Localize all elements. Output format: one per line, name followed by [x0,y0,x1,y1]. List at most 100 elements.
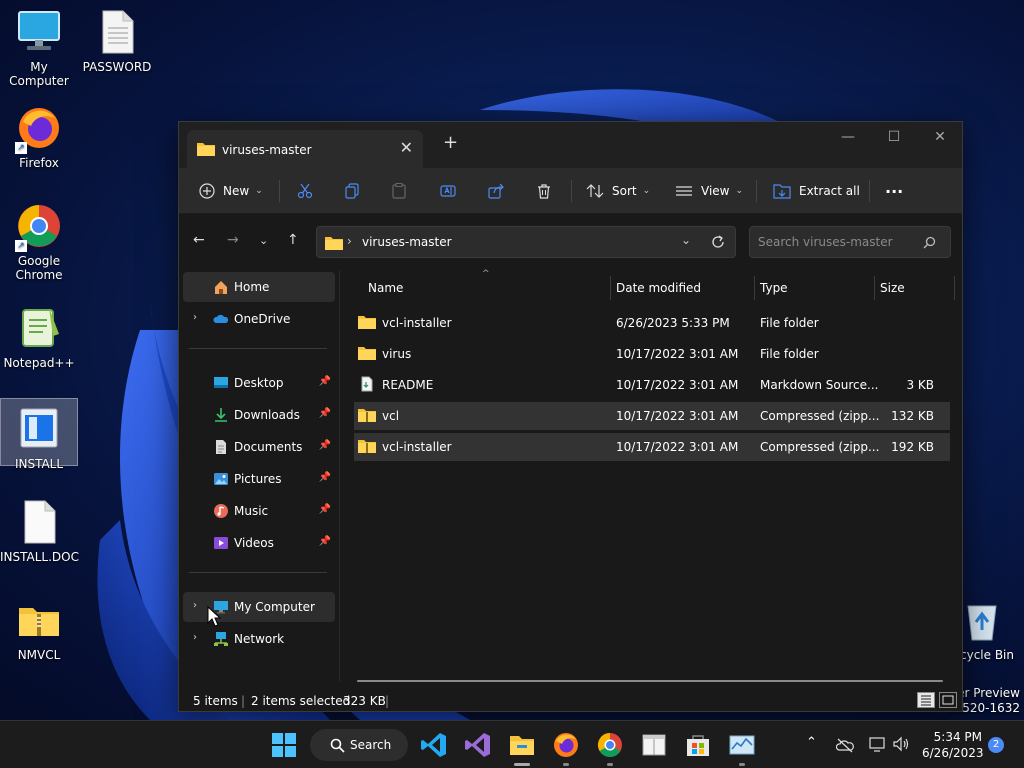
folder-icon [197,143,215,156]
large-icons-view-button[interactable] [939,692,957,708]
nav-item-home[interactable]: Home [183,272,335,302]
new-button[interactable]: New ⌄ [199,178,263,204]
desktop-icon-chrome[interactable]: ↗ Google Chrome [0,202,78,282]
column-divider[interactable] [610,276,611,300]
file-date: 10/17/2022 3:01 AM [616,409,739,423]
desktop-icon-my-computer[interactable]: My Computer [0,8,78,88]
onedrive-offline-icon[interactable] [836,737,854,753]
taskbar-chrome[interactable] [596,731,624,766]
nav-item-desktop[interactable]: Desktop 📌 [183,368,335,398]
column-header-date[interactable]: Date modified [616,276,701,300]
tab-close-icon[interactable]: ✕ [400,138,413,157]
delete-button[interactable] [536,178,552,204]
taskbar-firefox[interactable] [552,731,580,766]
pin-icon[interactable]: 📌 [319,472,331,483]
address-bar[interactable]: › viruses-master ⌄ [316,226,736,258]
search-input[interactable] [749,226,951,258]
horizontal-scrollbar[interactable] [357,680,943,682]
nav-item-music[interactable]: Music 📌 [183,496,335,526]
minimize-button[interactable]: — [825,126,871,156]
file-date: 10/17/2022 3:01 AM [616,378,739,392]
paste-button[interactable] [391,178,407,204]
address-dropdown-chevron-icon[interactable]: ⌄ [681,233,691,247]
table-row[interactable]: vcl-installer 6/26/2023 5:33 PM File fol… [354,309,950,337]
table-row[interactable]: vcl-installer 10/17/2022 3:01 AM Compres… [354,433,950,461]
cut-button[interactable] [297,178,313,204]
column-divider[interactable] [874,276,875,300]
more-options-button[interactable]: ··· [885,178,903,204]
pin-icon[interactable]: 📌 [319,408,331,419]
nav-item-my-computer[interactable]: › My Computer [183,592,335,622]
new-tab-button[interactable]: + [443,132,458,153]
visual-studio-icon [465,733,490,757]
nav-item-pictures[interactable]: Pictures 📌 [183,464,335,494]
breadcrumb-current[interactable]: viruses-master [362,235,452,249]
expand-chevron-icon[interactable]: › [193,600,197,611]
desktop-icon-firefox[interactable]: ↗ Firefox [0,104,78,170]
expand-chevron-icon[interactable]: › [193,312,197,323]
back-arrow-icon[interactable]: ← [193,232,205,248]
nav-item-downloads[interactable]: Downloads 📌 [183,400,335,430]
file-name: virus [382,347,412,361]
extract-all-button[interactable]: Extract all [773,178,860,204]
network-status-icon[interactable] [868,736,886,752]
details-view-icon [921,695,931,706]
recent-locations-chevron-icon[interactable]: ⌄ [259,234,268,247]
tab-viruses-master[interactable]: viruses-master ✕ [187,130,423,168]
desktop-icon-notepadpp[interactable]: Notepad++ [0,304,78,370]
taskbar-file-explorer[interactable] [508,731,536,766]
table-row[interactable]: virus 10/17/2022 3:01 AM File folder [354,340,950,368]
nav-item-documents[interactable]: Documents 📌 [183,432,335,462]
share-button[interactable] [488,178,504,204]
taskbar-notepad[interactable] [640,731,668,759]
copy-button[interactable] [344,178,360,204]
clock-date: 6/26/2023 [922,746,984,760]
show-hidden-icons-chevron-icon[interactable]: ⌃ [806,735,817,750]
view-button[interactable]: View ⌄ [675,178,743,204]
column-header-type[interactable]: Type [760,276,788,300]
notification-badge[interactable]: 2 [988,737,1004,753]
sort-button[interactable]: Sort ⌄ [586,178,650,204]
pin-icon[interactable]: 📌 [319,504,331,515]
up-arrow-icon[interactable]: ↑ [287,232,299,248]
maximize-button[interactable]: ☐ [871,126,917,156]
nav-item-network[interactable]: › Network [183,624,335,654]
rename-button[interactable] [440,178,456,204]
search-icon [923,236,936,249]
taskbar-visual-studio[interactable] [464,731,492,759]
desktop-icon-password[interactable]: PASSWORD [78,8,156,74]
chevron-down-icon: ⌄ [642,186,651,196]
more-icon: ··· [885,181,904,201]
taskbar-search-button[interactable]: Search [310,729,408,761]
system-clock[interactable]: 5:34 PM 6/26/2023 [922,729,984,761]
start-button[interactable] [270,731,298,759]
desktop-icon-install[interactable]: INSTALL [0,398,78,471]
taskbar-vscode[interactable] [420,731,448,759]
column-header-name[interactable]: Name [368,276,403,300]
volume-icon[interactable] [892,736,910,752]
refresh-icon[interactable] [711,235,725,249]
pin-icon[interactable]: 📌 [319,440,331,451]
taskbar-task-manager[interactable] [728,731,756,766]
column-divider[interactable] [754,276,755,300]
table-row[interactable]: vcl 10/17/2022 3:01 AM Compressed (zipp.… [354,402,950,430]
pin-icon[interactable]: 📌 [319,376,331,387]
close-button[interactable]: ✕ [917,126,963,156]
desktop-icon-nmvcl[interactable]: NMVCL [0,596,78,662]
table-row[interactable]: README 10/17/2022 3:01 AM Markdown Sourc… [354,371,950,399]
nav-label: Desktop [234,376,284,390]
taskbar-store[interactable] [684,731,712,759]
plus-circle-icon [199,183,215,199]
nav-item-videos[interactable]: Videos 📌 [183,528,335,558]
expand-chevron-icon[interactable]: › [193,632,197,643]
sort-icon [586,184,604,198]
nav-item-onedrive[interactable]: › OneDrive [183,304,335,334]
extract-icon [773,184,791,199]
details-view-button[interactable] [917,692,935,708]
nav-label: My Computer [234,600,315,614]
desktop-icon-install-doc[interactable]: INSTALL.DOC [0,498,79,564]
forward-arrow-icon[interactable]: → [227,232,239,248]
pin-icon[interactable]: 📌 [319,536,331,547]
column-divider[interactable] [954,276,955,300]
column-header-size[interactable]: Size [880,276,905,300]
